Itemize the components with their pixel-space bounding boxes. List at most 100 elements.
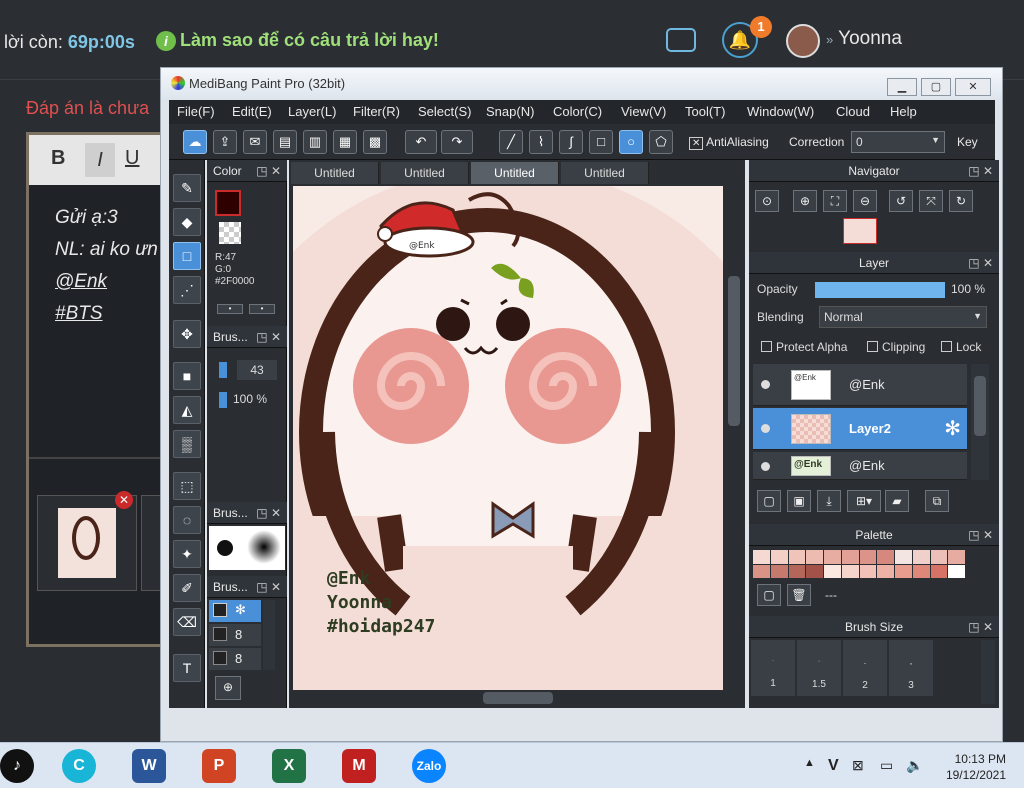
brush-list-scrollbar[interactable] [263, 600, 275, 670]
menu-file[interactable]: File(F) [177, 104, 215, 119]
palette-swatch[interactable] [877, 550, 894, 564]
brush-size-scrollbar[interactable] [981, 640, 995, 704]
fill-rect-tool-icon[interactable]: ■ [173, 362, 201, 390]
brush-list-item[interactable]: 8 [209, 648, 261, 670]
underline-button[interactable]: U [125, 147, 139, 170]
menu-snap[interactable]: Snap(N) [486, 104, 534, 119]
panel-close-icon[interactable]: ◳ ✕ [256, 326, 281, 348]
snap-line-icon[interactable]: ╱ [499, 130, 523, 154]
gear-icon[interactable]: ✻ [235, 602, 246, 618]
menu-window[interactable]: Window(W) [747, 104, 814, 119]
menu-filter[interactable]: Filter(R) [353, 104, 400, 119]
chat-icon[interactable] [666, 28, 696, 52]
bold-button[interactable]: B [51, 147, 65, 170]
zoom-out-icon[interactable]: ⊖ [853, 190, 877, 212]
protect-alpha-checkbox[interactable]: Protect Alpha [761, 340, 847, 354]
tab-untitled-2[interactable]: Untitled [381, 162, 469, 184]
dot-tool-icon[interactable]: ⋰ [173, 276, 201, 304]
zalo-icon[interactable]: Zalo [412, 749, 446, 783]
move-tool-icon[interactable]: ✥ [173, 320, 201, 348]
panel-close-icon[interactable]: ◳ ✕ [968, 524, 993, 546]
bucket-tool-icon[interactable]: ◭ [173, 396, 201, 424]
blending-select[interactable]: Normal ▼ [819, 306, 987, 328]
opacity-slider[interactable] [815, 282, 945, 298]
transparent-color-swatch[interactable] [219, 222, 241, 244]
fit-screen-icon[interactable]: ⛶ [823, 190, 847, 212]
canvas-vertical-scrollbar[interactable] [725, 186, 743, 690]
volume-icon[interactable]: 🔈 [906, 757, 923, 774]
selection-tool-icon[interactable]: ⬚ [173, 472, 201, 500]
redo-icon[interactable]: ↷ [441, 130, 473, 154]
navigator-preview[interactable] [843, 218, 877, 244]
menu-tool[interactable]: Tool(T) [685, 104, 725, 119]
flip-icon[interactable]: ⤧ [919, 190, 943, 212]
menu-layer[interactable]: Layer(L) [288, 104, 336, 119]
palette-swatch[interactable] [912, 564, 930, 578]
magic-wand-tool-icon[interactable]: ✦ [173, 540, 201, 568]
palette-swatch[interactable] [753, 550, 770, 564]
palette-swatch[interactable] [948, 550, 965, 564]
color-prev-icon[interactable]: • [217, 304, 243, 314]
clipping-checkbox[interactable]: Clipping [867, 340, 925, 354]
brush-list-item[interactable]: ✻ [209, 600, 261, 622]
antialiasing-checkbox[interactable]: ✕ AntiAliasing [689, 135, 769, 150]
system-clock[interactable]: 10:13 PM 19/12/2021 [946, 751, 1006, 783]
gear-icon[interactable]: ✻ [944, 416, 961, 441]
snap-rect-icon[interactable]: □ [589, 130, 613, 154]
eraser-tool-icon[interactable]: ◆ [173, 208, 201, 236]
remove-attachment-icon[interactable]: ✕ [115, 491, 133, 509]
note-icon[interactable]: ▤ [273, 130, 297, 154]
close-button[interactable]: ✕ [955, 78, 991, 96]
palette-swatch[interactable] [824, 550, 841, 564]
panel-close-icon[interactable]: ◳ ✕ [968, 252, 993, 274]
word-icon[interactable]: W [132, 749, 166, 783]
excel-icon[interactable]: X [272, 749, 306, 783]
avatar[interactable] [786, 24, 820, 58]
palette-swatch[interactable] [841, 564, 859, 578]
palette-swatch[interactable] [912, 550, 930, 564]
palette-swatch[interactable] [877, 564, 894, 578]
palette-swatch[interactable] [948, 564, 965, 578]
rotate-left-icon[interactable]: ↺ [889, 190, 913, 212]
palette-swatch[interactable] [770, 550, 788, 564]
drawing-canvas[interactable]: @Enk @Enk Yoonna #hoidap247 [293, 186, 723, 690]
tray-expand-icon[interactable]: ▲ [804, 757, 815, 769]
palette-swatch[interactable] [806, 550, 823, 564]
user-menu[interactable]: » Yoonna [826, 28, 902, 50]
editor-mention[interactable]: @Enk [55, 271, 107, 293]
merge-layer-icon[interactable]: ⤓ [817, 490, 841, 512]
palette-swatch[interactable] [930, 564, 948, 578]
visibility-icon[interactable] [761, 424, 770, 433]
add-brush-icon[interactable]: ⊕ [215, 676, 241, 700]
palette-swatch[interactable] [753, 564, 770, 578]
layer-row[interactable]: @Enk @Enk [753, 452, 967, 480]
panel-close-icon[interactable]: ◳ ✕ [256, 502, 281, 524]
medibang-icon[interactable]: M [342, 749, 376, 783]
italic-button[interactable]: I [85, 143, 115, 177]
color-next-icon[interactable]: • [249, 304, 275, 314]
brush-size-preset[interactable]: · 1.5 [797, 640, 841, 696]
brush-preview[interactable] [209, 526, 285, 570]
snap-ellipse-icon[interactable]: ○ [619, 130, 643, 154]
palette-swatch[interactable] [859, 564, 877, 578]
palette-swatch[interactable] [930, 550, 948, 564]
canvas-horizontal-scrollbar[interactable] [293, 690, 723, 706]
brush-size-bar[interactable] [219, 362, 227, 378]
zoom-in-icon[interactable]: ⊕ [793, 190, 817, 212]
comment-icon[interactable]: ✉ [243, 130, 267, 154]
document-icon[interactable]: ▥ [303, 130, 327, 154]
new-palette-color-icon[interactable]: ▢ [757, 584, 781, 606]
palette-swatch[interactable] [841, 550, 859, 564]
rotate-right-icon[interactable]: ↻ [949, 190, 973, 212]
menu-edit[interactable]: Edit(E) [232, 104, 272, 119]
canva-icon[interactable]: C [62, 749, 96, 783]
cloud-sync-icon[interactable]: ☁ [183, 130, 207, 154]
brush-size-preset[interactable]: · 1 [751, 640, 795, 696]
panel-close-icon[interactable]: ◳ ✕ [256, 160, 281, 182]
menu-view[interactable]: View(V) [621, 104, 666, 119]
layer-row[interactable]: @Enk @Enk [753, 364, 967, 406]
tab-untitled-1[interactable]: Untitled [291, 162, 379, 184]
palette-swatch[interactable] [895, 550, 912, 564]
palette-swatch[interactable] [770, 564, 788, 578]
brush-tool-icon[interactable]: ✎ [173, 174, 201, 202]
